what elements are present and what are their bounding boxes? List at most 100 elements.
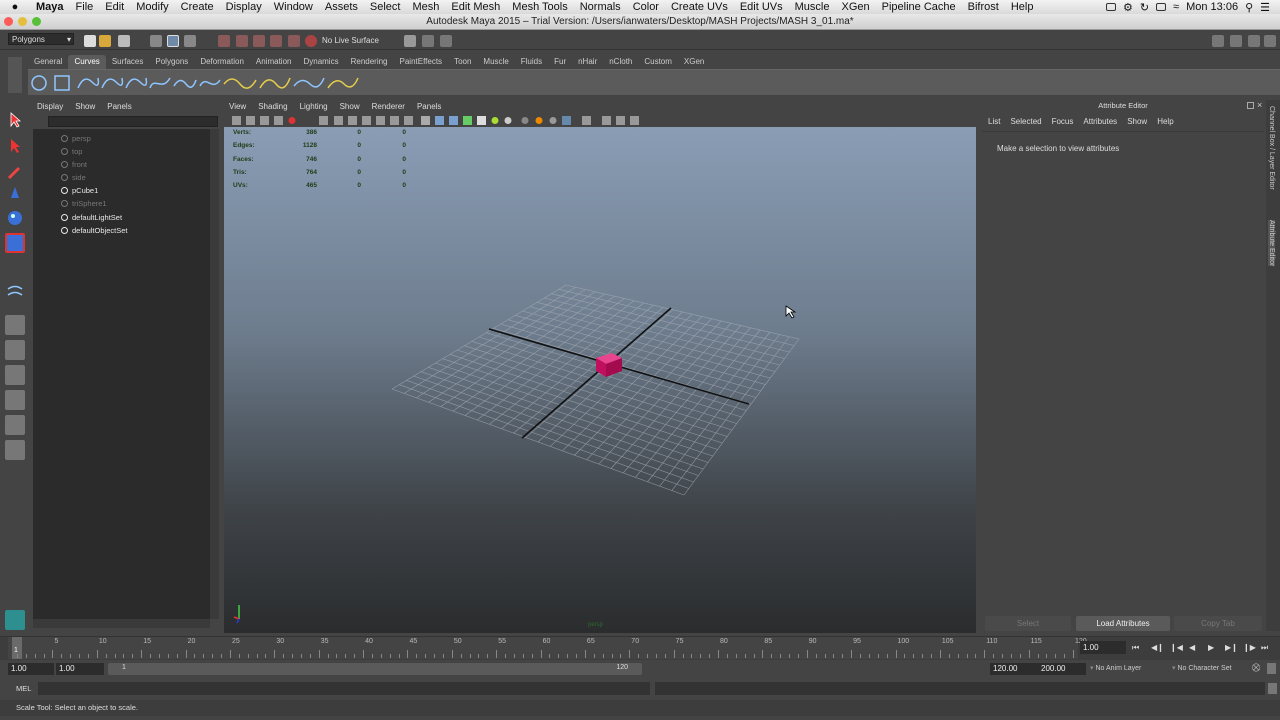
menu-display[interactable]: Display bbox=[220, 0, 268, 14]
battery-icon[interactable] bbox=[1156, 3, 1167, 11]
select-hierarchy-icon[interactable] bbox=[150, 35, 162, 47]
ae-select-button[interactable]: Select bbox=[985, 616, 1071, 631]
menu-mesh-tools[interactable]: Mesh Tools bbox=[506, 0, 573, 14]
viewport-menu-panels[interactable]: Panels bbox=[417, 100, 441, 114]
animation-preferences-icon[interactable] bbox=[1267, 663, 1276, 674]
clock[interactable]: Mon 13:06 bbox=[1186, 1, 1238, 13]
command-language-label[interactable]: MEL bbox=[16, 684, 31, 693]
nurbs-square-icon[interactable] bbox=[54, 75, 70, 91]
shelf-tab-fluids[interactable]: Fluids bbox=[515, 55, 548, 69]
lasso-tool-icon[interactable] bbox=[5, 136, 25, 156]
shelf-tab-dynamics[interactable]: Dynamics bbox=[297, 55, 344, 69]
select-component-icon[interactable] bbox=[184, 35, 196, 47]
menu-edit-mesh[interactable]: Edit Mesh bbox=[445, 0, 506, 14]
ae-menu-focus[interactable]: Focus bbox=[1052, 115, 1074, 129]
menu-xgen[interactable]: XGen bbox=[835, 0, 875, 14]
sidebar-toggle-icon[interactable] bbox=[1212, 35, 1224, 47]
apple-icon[interactable]: ● bbox=[0, 1, 30, 13]
anti-aliasing-icon[interactable] bbox=[562, 116, 571, 125]
playback-start-field[interactable]: 1.00 bbox=[56, 663, 104, 675]
character-set-dropdown[interactable]: ▾ No Character Set bbox=[1172, 664, 1232, 672]
end-time-field[interactable]: 200.00 bbox=[1038, 663, 1086, 675]
shelf-tab-painteffects[interactable]: PaintEffects bbox=[394, 55, 449, 69]
menu-select[interactable]: Select bbox=[364, 0, 407, 14]
shelf-tab-polygons[interactable]: Polygons bbox=[149, 55, 194, 69]
extend-curve-icon[interactable] bbox=[293, 77, 325, 88]
paint-select-tool-icon[interactable] bbox=[5, 162, 25, 182]
zoom-window-icon[interactable] bbox=[32, 17, 41, 26]
play-backward-icon[interactable]: ◀ bbox=[1189, 643, 1195, 652]
safe-action-icon[interactable] bbox=[390, 116, 399, 125]
snap-curve-icon[interactable] bbox=[236, 35, 248, 47]
ep-curve-icon[interactable] bbox=[101, 77, 124, 89]
menu-muscle[interactable]: Muscle bbox=[789, 0, 836, 14]
shelf-tab-animation[interactable]: Animation bbox=[250, 55, 298, 69]
bookmark-icon[interactable] bbox=[260, 116, 269, 125]
viewport-menu-view[interactable]: View bbox=[229, 100, 246, 114]
key-icon[interactable]: ⛒ bbox=[1252, 663, 1260, 673]
search-icon[interactable]: ⚲ bbox=[1245, 1, 1253, 14]
start-time-field[interactable]: 1.00 bbox=[8, 663, 54, 675]
shelf-tab-ncloth[interactable]: nCloth bbox=[603, 55, 638, 69]
close-panel-icon[interactable]: × bbox=[1257, 100, 1262, 110]
outliner-item-side[interactable]: side bbox=[61, 171, 86, 184]
snap-point-icon[interactable] bbox=[253, 35, 265, 47]
xray-active-icon[interactable] bbox=[616, 116, 625, 125]
outliner-vertical-scrollbar[interactable] bbox=[210, 129, 219, 619]
screen-space-ao-icon[interactable] bbox=[535, 117, 543, 124]
screen-icon[interactable] bbox=[1105, 3, 1116, 11]
menu-edit[interactable]: Edit bbox=[99, 0, 130, 14]
render-frame-icon[interactable] bbox=[422, 35, 434, 47]
shelf-tab-surfaces[interactable]: Surfaces bbox=[106, 55, 150, 69]
menu-modify[interactable]: Modify bbox=[130, 0, 174, 14]
new-scene-icon[interactable] bbox=[84, 35, 96, 47]
shelf-tab-muscle[interactable]: Muscle bbox=[477, 55, 514, 69]
step-back-icon[interactable]: ◀❙ bbox=[1151, 643, 1164, 652]
go-to-end-icon[interactable]: ⏭ bbox=[1261, 643, 1268, 653]
film-gate-icon[interactable] bbox=[334, 116, 343, 125]
isolate-icon[interactable] bbox=[521, 117, 529, 124]
snap-grid-icon[interactable] bbox=[218, 35, 230, 47]
show-manipulator-icon[interactable] bbox=[5, 282, 25, 302]
menu-edit-uvs[interactable]: Edit UVs bbox=[734, 0, 789, 14]
outliner-item-trisphere1[interactable]: triSphere1 bbox=[61, 197, 107, 210]
viewport-3d[interactable]: Verts: 386 0 0 Edges: 1128 0 0 Faces: 74… bbox=[224, 127, 976, 633]
play-forward-icon[interactable]: ▶ bbox=[1208, 643, 1214, 652]
channel-box-toggle-icon[interactable] bbox=[1230, 35, 1242, 47]
ae-menu-selected[interactable]: Selected bbox=[1010, 115, 1041, 129]
smooth-shade-icon[interactable] bbox=[435, 116, 444, 125]
motion-blur-icon[interactable] bbox=[549, 117, 557, 124]
image-plane-icon[interactable] bbox=[274, 116, 283, 125]
safe-title-icon[interactable] bbox=[404, 116, 413, 125]
wireframe-on-shaded-icon[interactable] bbox=[449, 116, 458, 125]
xray-icon[interactable] bbox=[288, 117, 296, 124]
layout-side-by-side-icon[interactable] bbox=[5, 365, 25, 385]
ae-copy-tab-button[interactable]: Copy Tab bbox=[1174, 616, 1262, 631]
detach-curves-icon[interactable] bbox=[223, 78, 257, 89]
scale-tool-icon[interactable] bbox=[5, 233, 25, 253]
depth-of-field-icon[interactable] bbox=[582, 116, 591, 125]
outliner-search-field[interactable] bbox=[48, 116, 218, 127]
layout-persp-graph-icon[interactable] bbox=[5, 390, 25, 410]
wifi-icon[interactable]: ≈ bbox=[1173, 1, 1179, 13]
snap-plane-icon[interactable] bbox=[270, 35, 282, 47]
arc-curve-icon[interactable] bbox=[149, 77, 171, 89]
step-forward-key-icon[interactable]: ▶❙ bbox=[1225, 643, 1238, 652]
menu-pipeline-cache[interactable]: Pipeline Cache bbox=[876, 0, 962, 14]
menu-create-uvs[interactable]: Create UVs bbox=[665, 0, 734, 14]
camera-select-icon[interactable] bbox=[232, 116, 241, 125]
current-frame-field[interactable]: 1.00 bbox=[1080, 641, 1126, 654]
ipr-render-icon[interactable] bbox=[440, 35, 452, 47]
shelf-tab-curves[interactable]: Curves bbox=[68, 55, 106, 69]
menu-color[interactable]: Color bbox=[627, 0, 665, 14]
outliner-item-top[interactable]: top bbox=[61, 145, 82, 158]
shelf-menu-icon[interactable] bbox=[8, 57, 22, 93]
viewport-menu-lighting[interactable]: Lighting bbox=[300, 100, 328, 114]
outliner-item-pcube1[interactable]: pCube1 bbox=[61, 184, 98, 197]
layout-hypershade-icon[interactable] bbox=[5, 440, 25, 460]
go-to-start-icon[interactable]: ⏮ bbox=[1132, 643, 1139, 653]
layout-four-icon[interactable] bbox=[5, 340, 25, 360]
tool-settings-toggle-icon[interactable] bbox=[1264, 35, 1276, 47]
attribute-editor-toggle-icon[interactable] bbox=[1248, 35, 1260, 47]
menu-bifrost[interactable]: Bifrost bbox=[962, 0, 1005, 14]
